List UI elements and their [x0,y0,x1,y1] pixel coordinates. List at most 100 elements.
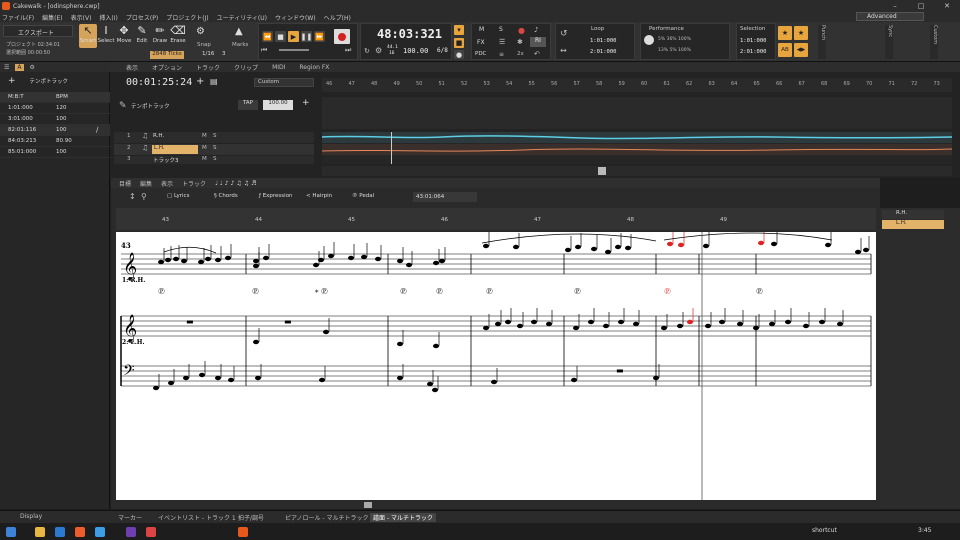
marks-icon[interactable]: ▲ [235,26,243,37]
mute-button[interactable]: M [202,156,207,162]
shortcut-label[interactable]: shortcut [812,527,837,534]
track-layout-select[interactable]: Custom [254,78,314,87]
close-button[interactable]: ✕ [934,0,960,12]
go-start-icon[interactable]: ⏮ [261,46,267,55]
fx-button[interactable]: FX [477,39,485,46]
ab-swap-button[interactable]: ◀▶ [794,43,808,57]
selection-end[interactable]: 2:01:000 [740,49,767,55]
selection-start[interactable]: 1:01:000 [740,38,767,44]
loop-toggle-button[interactable]: ■ [454,38,464,48]
menu-process[interactable]: プロセス(P) [126,13,158,22]
ab-compare-button[interactable]: AB [778,43,792,57]
transport-mode-button[interactable]: ▾ [454,25,464,35]
tap-button[interactable]: TAP [238,100,258,110]
export-button[interactable]: エクスポート [3,25,73,37]
snap-value[interactable]: 1/16 [202,51,214,57]
move-tool[interactable]: ✥ Move [115,24,133,48]
tv-menu-options[interactable]: オプション [152,63,182,72]
smart-tool[interactable]: ↖ Smart [79,24,97,48]
transport-slider[interactable] [279,49,309,51]
minimize-button[interactable]: – [882,0,908,12]
now-time-display[interactable]: 00:01:25:24 [126,77,192,88]
menu-utilities[interactable]: ユーティリティ(U) [217,13,267,22]
app-icon[interactable] [126,527,136,537]
tab-event-list[interactable]: イベントリスト - トラック 1 [158,513,236,522]
sv-menu-view[interactable]: 表示 [161,179,173,188]
volume-icon[interactable]: ♪ [534,26,538,34]
position-field[interactable]: 43:01:064 [413,192,477,202]
edit-tool[interactable]: ✎ Edit [133,24,151,48]
edge-icon[interactable] [95,527,105,537]
clips-pane[interactable] [322,132,952,164]
start-icon[interactable] [6,527,16,537]
play-button[interactable]: ▶ [288,31,299,42]
input-echo-button[interactable]: RI [530,37,546,47]
ab-snapshot-icon[interactable]: ★ [794,26,808,40]
time-display[interactable]: 48:03:321 [377,27,442,41]
scroll-thumb[interactable] [598,167,606,175]
loop-start[interactable]: 1:01:000 [590,38,617,44]
loop-set-icon[interactable]: ↔ [560,46,567,55]
expression-tool[interactable]: ƒ Expression [259,193,293,199]
hairpin-tool[interactable]: < Hairpin [306,193,332,199]
solo-button[interactable]: S [213,133,217,139]
undo-icon[interactable]: ↶ [534,50,540,58]
staff-ruler[interactable]: 43 44 45 46 47 48 49 [116,208,876,230]
zoom-out-icon[interactable]: ↕ [129,192,136,201]
menu-help[interactable]: ヘルプ(H) [324,13,351,22]
go-end-icon[interactable]: ⏭ [345,46,351,55]
tap-tempo-value[interactable]: 100.00 [263,100,293,110]
click-icon[interactable]: ⚙ [375,46,382,55]
punch-tab[interactable]: Punch [818,25,826,59]
sync-tab[interactable]: Sync [885,25,893,59]
table-row[interactable]: 84:03:213 80.90 [0,136,110,147]
table-row[interactable]: 3:01:000 100 [0,114,110,125]
draw-tool[interactable]: ✏ Draw [151,24,169,48]
metronome-icon[interactable]: ↻ [364,47,370,55]
pdc-bypass-icon[interactable]: ≡ [499,51,504,58]
ab-record-icon[interactable]: ★ [778,26,792,40]
cakewalk-task-icon[interactable] [238,527,248,537]
loop-icon[interactable]: ↺ [560,29,568,39]
custom-tab[interactable]: Custom [930,25,938,59]
inspector-fx-icon[interactable]: ⚙ [30,64,35,71]
staff-track-rh[interactable]: R.H. [882,210,944,219]
midi-icon[interactable]: ✱ [517,38,523,46]
menu-insert[interactable]: 挿入(I) [99,13,117,22]
loop-end[interactable]: 2:01:000 [590,49,617,55]
table-row[interactable]: 82:01:116 100 ∕ [0,125,110,136]
add-tempo-icon[interactable]: + [302,98,310,108]
score-canvas[interactable]: 43 𝄞 𝄞 𝄢 1: R.H. 2: L.H. ▬ ▬ ▬ ℗ ℗ ℗ ℗ ℗ ℗ ℗ ℗ ℗ * [116,229,876,500]
tv-menu-midi[interactable]: MIDI [272,64,285,71]
mute-button[interactable]: M [202,145,207,151]
menu-window[interactable]: ウィンドウ(W) [275,13,316,22]
app-icon[interactable] [146,527,156,537]
speed-icon[interactable]: 2x [517,51,524,57]
tv-menu-regionfx[interactable]: Region FX [299,64,329,71]
meter-value[interactable]: 6/8 [437,47,448,54]
horizontal-scrollbar[interactable] [322,166,952,176]
tv-menu-view[interactable]: 表示 [126,63,138,72]
zoom-icon[interactable]: ⚲ [141,192,147,201]
fast-forward-button[interactable]: ⏩ [314,31,325,42]
sv-menu-goal[interactable]: 目標 [119,179,131,188]
pause-button[interactable]: ❚❚ [301,31,312,42]
inspector-a-icon[interactable]: A [15,63,24,71]
menu-file[interactable]: ファイル(F) [2,13,34,22]
inspector-pin-icon[interactable]: ☰ [4,64,9,71]
sv-menu-edit[interactable]: 編集 [140,179,152,188]
stop-button[interactable]: ■ [275,31,286,42]
explorer-icon[interactable] [35,527,45,537]
menu-project[interactable]: プロジェクト(J) [166,13,208,22]
table-row[interactable]: 1:01:000 120 [0,103,110,114]
record-button[interactable] [334,29,350,44]
track-row[interactable]: 1 ♫ R.H. M S [114,132,314,143]
pedal-tool[interactable]: ℗ Pedal [352,193,374,199]
add-tempo-point-icon[interactable]: + [8,76,16,86]
tab-meter-key[interactable]: 拍子/調号 [238,513,264,522]
solo-button[interactable]: S [213,156,217,162]
terminal-icon[interactable] [55,527,65,537]
sv-menu-track[interactable]: トラック [182,179,206,188]
display-tab[interactable]: Display [20,513,42,520]
staff-track-lh[interactable]: L.H. [882,220,944,229]
